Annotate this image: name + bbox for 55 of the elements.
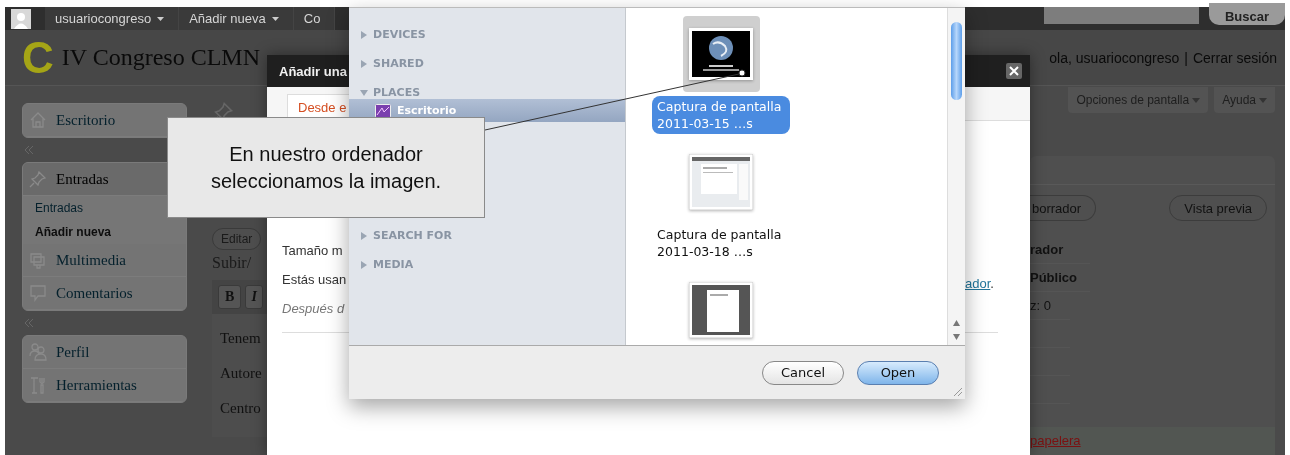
site-title: IV Congreso CLMN (61, 44, 260, 71)
logout-link[interactable]: Cerrar sesión (1192, 49, 1277, 66)
sidebar-section[interactable]: MEDIA (349, 250, 626, 279)
separator-text: | (1184, 49, 1188, 66)
format-button[interactable]: I (245, 285, 264, 309)
screenshot-picture (689, 282, 754, 338)
editor-text: Tenem (220, 330, 262, 347)
modal-note: Después d (282, 301, 346, 316)
caret-icon (1192, 97, 1201, 103)
sidebar-section[interactable]: SHARED (349, 49, 626, 78)
admin-bar-menu[interactable]: Co (293, 7, 336, 30)
site-logo: C (22, 35, 54, 80)
pin-icon (29, 170, 47, 188)
file-name[interactable]: Captura de pantalla 2011-03-18 …s (652, 224, 791, 262)
modal-text: Estás usan (282, 272, 347, 287)
editor-text: Centro (220, 400, 262, 417)
caret-right-icon (360, 260, 368, 269)
search-button[interactable]: Buscar (1208, 3, 1285, 25)
sidebar-item[interactable]: Perfil (23, 336, 186, 369)
callout-text: En nuestro ordenador seleccionamos la imagen. (209, 141, 443, 194)
admin-bar-menu[interactable]: Añadir nueva (179, 7, 294, 30)
close-icon[interactable] (1006, 63, 1022, 79)
sidebar-item[interactable]: Herramientas (23, 369, 186, 402)
caret-right-icon (360, 231, 368, 240)
punctuation-text: . (990, 276, 994, 291)
dialog-button[interactable]: Cancel (762, 360, 844, 385)
sidebar-section[interactable]: DEVICES (349, 20, 626, 49)
sidebar-item[interactable]: Comentarios (23, 277, 186, 310)
dialog-button[interactable]: Open (857, 360, 939, 385)
scroll-thumb[interactable] (951, 22, 962, 100)
panel-button[interactable]: Vista previa (1169, 195, 1267, 221)
resize-grip-icon[interactable] (951, 385, 963, 397)
modal-text: Tamaño m (282, 243, 344, 258)
caret-right-icon (360, 59, 368, 68)
sidebar-item[interactable]: Multimedia (23, 244, 186, 277)
editor-text: Autore (220, 365, 263, 382)
user-link[interactable]: usuariocongreso (1075, 49, 1180, 66)
format-button[interactable]: B (218, 285, 242, 309)
caret-icon (1259, 97, 1267, 103)
scroll-up-icon[interactable] (952, 319, 961, 327)
caret-down-icon (360, 88, 368, 97)
panel-button[interactable]: borrador (1030, 195, 1097, 221)
avatar-icon[interactable] (11, 8, 31, 29)
scrollbar[interactable] (947, 8, 965, 345)
file-thumbnail[interactable] (682, 16, 760, 92)
screenshot-picture (689, 154, 754, 210)
modal-title: Añadir una (279, 63, 347, 79)
sidebar-section[interactable]: SEARCH FOR (349, 221, 626, 250)
help-link[interactable]: ador (965, 276, 991, 291)
earth-picture (689, 28, 754, 80)
file-name[interactable]: Captura de pantalla 2011-03-15 …s (652, 96, 791, 134)
search-field[interactable] (1043, 7, 1199, 24)
greeting-text: ola, (1049, 49, 1072, 66)
caret-right-icon (360, 30, 368, 39)
admin-bar-menu[interactable]: usuariocongreso (45, 7, 180, 30)
